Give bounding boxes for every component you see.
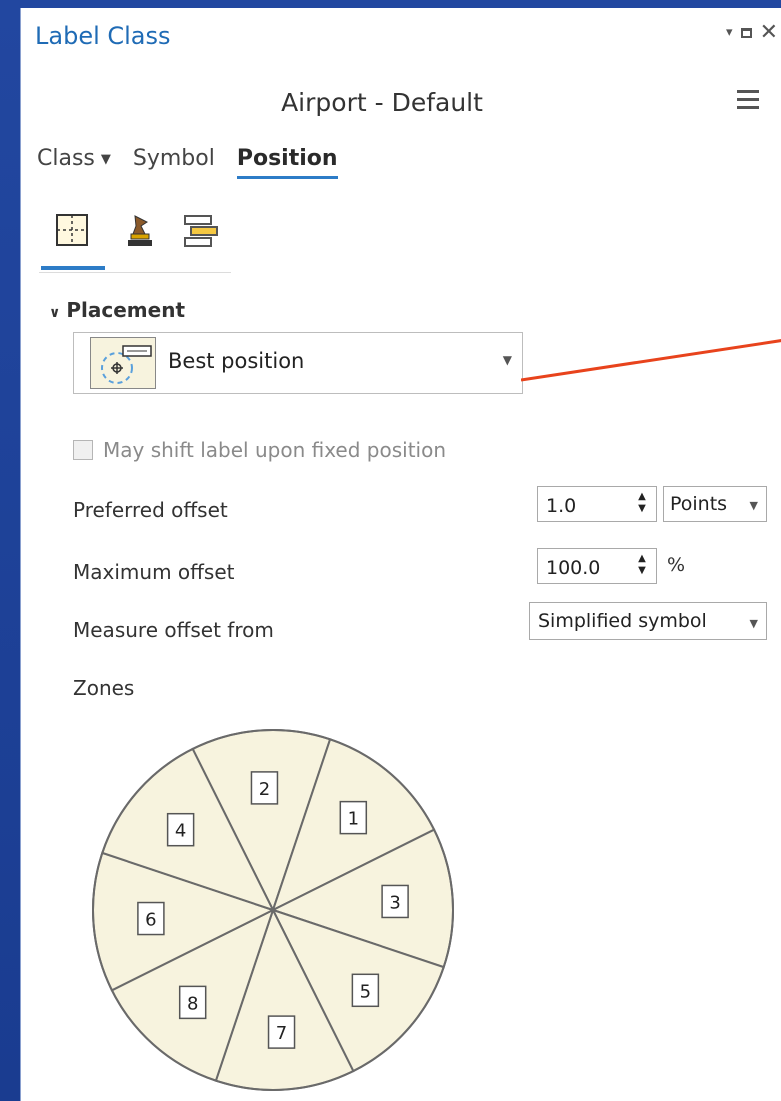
placement-section-header[interactable]: ∨ Placement [49, 298, 185, 322]
maximum-offset-value: 100.0 [546, 557, 601, 579]
zone-label-2: 2 [259, 779, 270, 800]
spinner-arrows-icon[interactable]: ▲ ▼ [636, 553, 648, 577]
tab-symbol[interactable]: Symbol [133, 146, 215, 179]
tab-position[interactable]: Position [236, 146, 338, 179]
conflict-resolution-icon[interactable] [121, 210, 161, 250]
zone-label-7: 7 [276, 1023, 287, 1044]
maximum-offset-unit: % [667, 554, 686, 576]
tab-class[interactable]: Class ▼ [37, 146, 111, 179]
measure-offset-dropdown[interactable]: Simplified symbol ▼ [529, 602, 767, 640]
zone-label-3: 3 [389, 892, 400, 913]
zone-label-4: 4 [175, 821, 186, 842]
best-position-thumbnail-icon [90, 337, 156, 389]
placement-value: Best position [168, 349, 305, 373]
chevron-down-icon[interactable]: ▾ [726, 25, 733, 40]
maximum-offset-label: Maximum offset [73, 560, 235, 584]
spinner-arrows-icon[interactable]: ▲ ▼ [636, 491, 648, 515]
close-icon[interactable]: ✕ [760, 20, 778, 45]
chevron-down-icon: ▼ [100, 151, 111, 167]
placement-icon[interactable] [53, 210, 93, 250]
pane-title: Label Class [35, 22, 171, 50]
maximize-icon[interactable] [740, 27, 752, 38]
shift-label-row: May shift label upon fixed position [73, 438, 446, 462]
maximum-offset-spinner[interactable]: 100.0 ▲ ▼ [537, 548, 657, 584]
shift-label-checkbox[interactable] [73, 440, 93, 460]
annotation-line [520, 338, 781, 382]
window-frame: Label Class ▾ ✕ Airport - Default Class ▼… [0, 0, 781, 1101]
shift-label-checkbox-label: May shift label upon fixed position [103, 438, 447, 462]
chevron-down-icon: ∨ [49, 305, 61, 321]
chevron-down-icon: ▼ [502, 353, 512, 367]
preferred-offset-value: 1.0 [546, 495, 577, 517]
position-subtabs [39, 208, 231, 273]
zone-label-1: 1 [348, 809, 359, 830]
zone-label-5: 5 [360, 981, 371, 1002]
menu-icon[interactable] [737, 90, 759, 110]
zone-label-8: 8 [187, 993, 198, 1014]
window-controls: ▾ ✕ [726, 20, 778, 45]
tab-bar: Class ▼ Symbol Position [37, 146, 338, 179]
zones-diagram: 2 1 3 5 7 8 6 4 [89, 726, 457, 1094]
preferred-offset-label: Preferred offset [73, 498, 228, 522]
measure-offset-label: Measure offset from [73, 618, 274, 642]
zone-label-6: 6 [145, 910, 156, 931]
zones-svg: 2 1 3 5 7 8 6 4 [92, 729, 454, 1091]
active-subtab-indicator [41, 266, 105, 270]
zones-label: Zones [73, 676, 135, 700]
preferred-offset-spinner[interactable]: 1.0 ▲ ▼ [537, 486, 657, 522]
placement-dropdown[interactable]: Best position ▼ [73, 332, 523, 394]
fitting-strategy-icon[interactable] [181, 210, 221, 250]
chevron-down-icon: ▼ [749, 617, 758, 630]
preferred-offset-unit-dropdown[interactable]: Points ▼ [663, 486, 767, 522]
label-class-pane: Label Class ▾ ✕ Airport - Default Class ▼… [20, 8, 781, 1101]
chevron-down-icon: ▼ [749, 499, 758, 512]
label-class-name: Airport - Default [281, 88, 483, 117]
